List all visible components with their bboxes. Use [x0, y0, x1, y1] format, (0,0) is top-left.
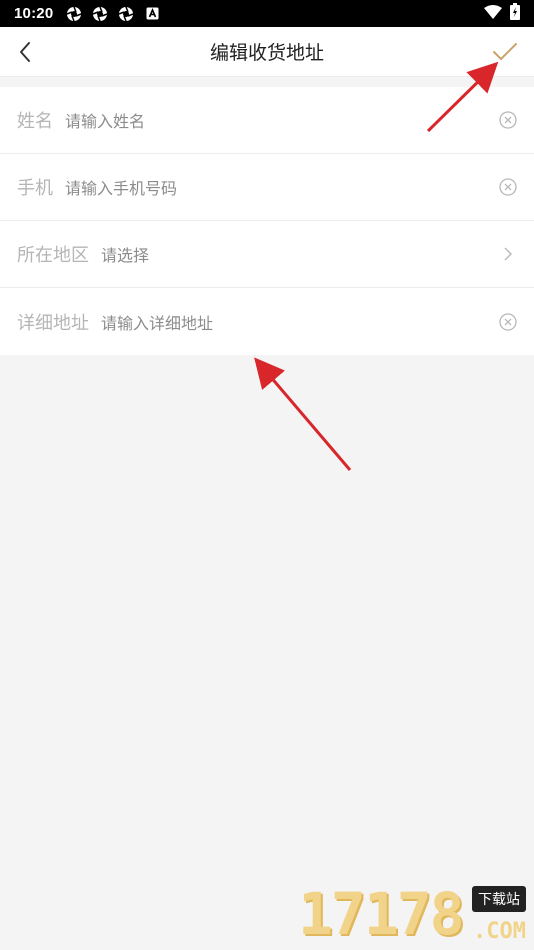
status-bar: 10:20 — [0, 0, 534, 27]
form-row-region[interactable]: 所在地区 请选择 — [0, 221, 534, 288]
a-badge-icon — [143, 5, 161, 23]
page-title: 编辑收货地址 — [209, 42, 324, 64]
back-button[interactable] — [10, 37, 40, 67]
form-row-phone[interactable]: 手机 请输入手机号码 — [0, 154, 534, 221]
address-input[interactable]: 请输入详细地址 — [101, 310, 498, 334]
name-input[interactable]: 请输入姓名 — [65, 108, 498, 132]
address-form: 姓名 请输入姓名 手机 请输入手机号码 所在地区 请选择 详细地址 请输入详细地… — [0, 87, 534, 355]
clear-circle-icon[interactable] — [498, 177, 518, 197]
address-label: 详细地址 — [17, 312, 89, 334]
wifi-icon — [484, 4, 502, 23]
phone-label: 手机 — [17, 178, 53, 199]
clear-circle-icon[interactable] — [498, 312, 518, 332]
nav-bar: 编辑收货地址 — [0, 27, 534, 77]
battery-charging-icon — [510, 3, 520, 24]
watermark-badge: 下载站 — [472, 886, 526, 912]
watermark-suffix: .COM — [473, 919, 526, 944]
annotation-arrow — [254, 357, 352, 471]
aperture-icon — [65, 5, 83, 23]
checkmark-icon — [493, 43, 517, 60]
watermark-logo: 17178 下载站 .COM — [298, 880, 528, 948]
chevron-right-icon[interactable] — [498, 244, 518, 264]
status-right — [484, 3, 520, 24]
status-time: 10:20 — [14, 5, 54, 22]
chevron-left-icon — [20, 42, 30, 62]
aperture-icon — [91, 5, 109, 23]
phone-input[interactable]: 请输入手机号码 — [65, 175, 498, 199]
form-row-name[interactable]: 姓名 请输入姓名 — [0, 87, 534, 154]
name-label: 姓名 — [17, 111, 53, 132]
watermark-digits: 17178 — [298, 880, 465, 948]
form-row-address[interactable]: 详细地址 请输入详细地址 — [0, 288, 534, 355]
clear-circle-icon[interactable] — [498, 110, 518, 130]
aperture-icon — [117, 5, 135, 23]
region-select[interactable]: 请选择 — [101, 242, 498, 266]
region-label: 所在地区 — [17, 245, 89, 266]
confirm-button[interactable] — [490, 37, 520, 67]
